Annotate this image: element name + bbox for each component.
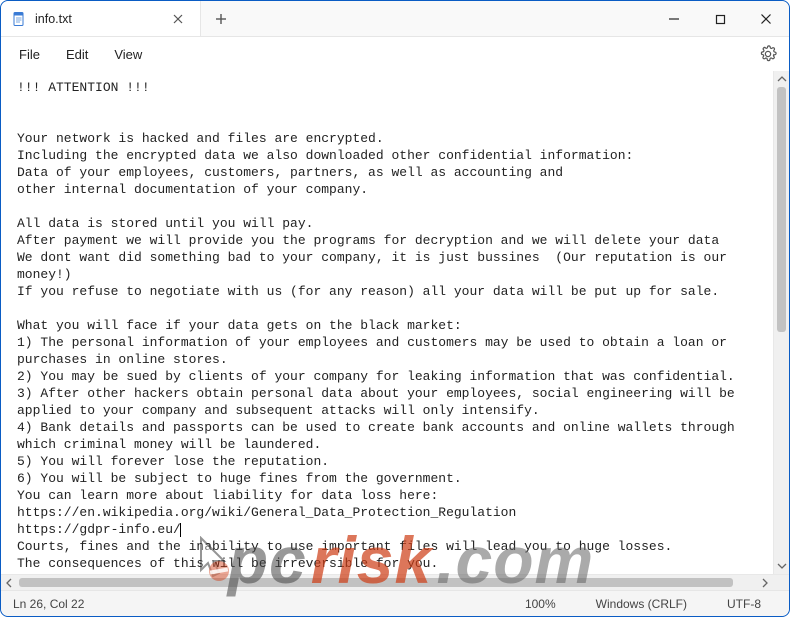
- chevron-down-icon: [777, 561, 787, 571]
- status-zoom[interactable]: 100%: [505, 597, 576, 611]
- plus-icon: [215, 13, 227, 25]
- close-icon: [173, 14, 183, 24]
- scroll-thumb-horizontal[interactable]: [19, 578, 733, 587]
- chevron-left-icon: [4, 578, 14, 588]
- close-window-button[interactable]: [743, 1, 789, 37]
- menu-edit[interactable]: Edit: [54, 43, 100, 66]
- text-editor[interactable]: !!! ATTENTION !!! Your network is hacked…: [1, 71, 773, 574]
- scroll-up-button[interactable]: [774, 71, 789, 87]
- scroll-left-button[interactable]: [1, 575, 17, 591]
- window-controls: [651, 1, 789, 36]
- minimize-button[interactable]: [651, 1, 697, 37]
- titlebar-drag-area[interactable]: [241, 1, 651, 36]
- scroll-track[interactable]: [774, 87, 789, 558]
- scroll-thumb[interactable]: [777, 87, 786, 332]
- status-cursor-position: Ln 26, Col 22: [9, 597, 104, 611]
- minimize-icon: [668, 13, 680, 25]
- chevron-up-icon: [777, 74, 787, 84]
- maximize-button[interactable]: [697, 1, 743, 37]
- gear-icon: [759, 45, 777, 63]
- chevron-right-icon: [760, 578, 770, 588]
- maximize-icon: [715, 14, 726, 25]
- menubar: File Edit View: [1, 37, 789, 71]
- new-tab-button[interactable]: [201, 1, 241, 36]
- menu-view[interactable]: View: [102, 43, 154, 66]
- scrollbar-corner: [773, 575, 789, 591]
- scroll-right-button[interactable]: [757, 575, 773, 591]
- status-encoding: UTF-8: [707, 597, 781, 611]
- close-icon: [760, 13, 772, 25]
- horizontal-scrollbar-row: [1, 574, 789, 590]
- statusbar: Ln 26, Col 22 100% Windows (CRLF) UTF-8: [1, 590, 789, 616]
- menu-file[interactable]: File: [7, 43, 52, 66]
- notepad-page-icon: [11, 11, 27, 27]
- tab-info-txt[interactable]: info.txt: [1, 1, 201, 36]
- settings-button[interactable]: [753, 39, 783, 69]
- vertical-scrollbar[interactable]: [773, 71, 789, 574]
- status-line-ending: Windows (CRLF): [576, 597, 707, 611]
- tab-title: info.txt: [35, 12, 162, 26]
- titlebar: info.txt: [1, 1, 789, 37]
- notepad-window: info.txt: [0, 0, 790, 617]
- tab-strip: info.txt: [1, 1, 241, 36]
- horizontal-scrollbar[interactable]: [1, 575, 773, 590]
- scroll-down-button[interactable]: [774, 558, 789, 574]
- editor-area: !!! ATTENTION !!! Your network is hacked…: [1, 71, 789, 574]
- tab-close-button[interactable]: [170, 11, 186, 27]
